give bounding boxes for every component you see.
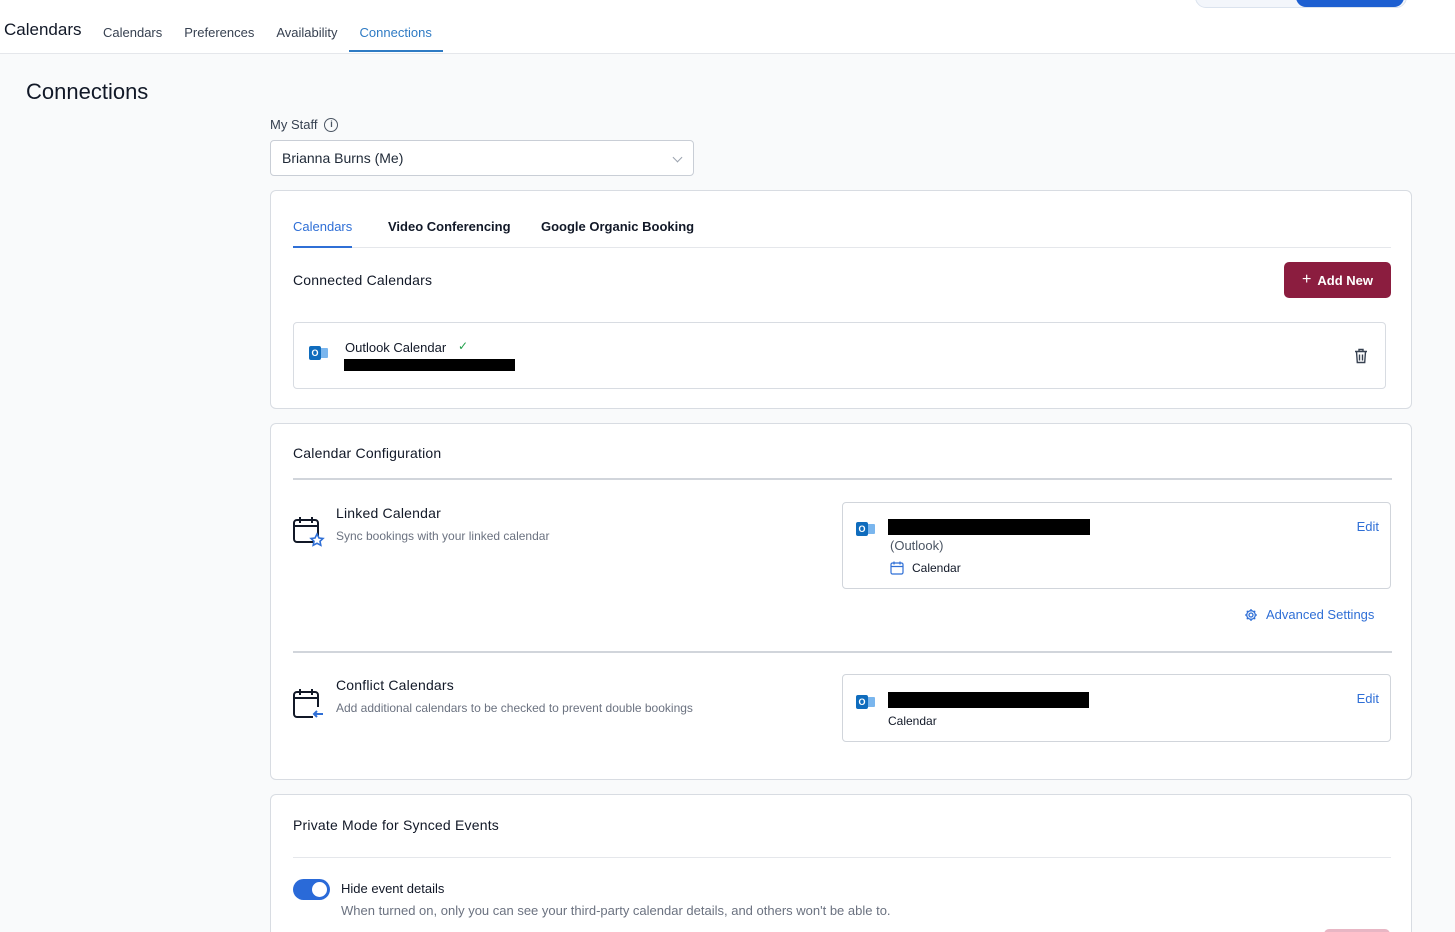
divider: [293, 478, 1392, 480]
calendar-configuration-title: Calendar Configuration: [293, 445, 442, 461]
linked-calendar-desc: Sync bookings with your linked calendar: [336, 529, 550, 543]
top-right-control[interactable]: [1195, 0, 1407, 8]
tab-calendars[interactable]: Calendars: [293, 219, 353, 248]
top-bar: Calendars Calendars Preferences Availabi…: [0, 0, 1455, 54]
top-nav: Calendars Preferences Availability Conne…: [92, 0, 443, 54]
trash-icon[interactable]: [1354, 348, 1368, 369]
gear-icon: [1245, 608, 1257, 621]
hide-event-details-label: Hide event details: [341, 881, 445, 896]
top-right-button[interactable]: [1296, 0, 1404, 7]
divider: [293, 651, 1392, 653]
calendar-arrow-icon: [292, 687, 326, 726]
private-mode-card: Private Mode for Synced Events Hide even…: [270, 794, 1412, 932]
hide-event-details-toggle[interactable]: [293, 879, 330, 900]
page-title: Connections: [26, 79, 149, 104]
nav-preferences[interactable]: Preferences: [173, 0, 265, 52]
linked-calendar-title: Linked Calendar: [336, 505, 441, 521]
divider: [293, 857, 1391, 858]
conflict-calendar-edit[interactable]: Edit: [1357, 691, 1379, 706]
app-title: Calendars: [4, 20, 82, 39]
staff-label: My Staff i: [270, 117, 339, 132]
tab-google-organic-booking[interactable]: Google Organic Booking: [541, 219, 694, 234]
calendar-star-icon: [292, 515, 326, 554]
private-mode-title: Private Mode for Synced Events: [293, 817, 499, 833]
plus-icon: +: [1302, 271, 1312, 288]
redacted-account: [888, 519, 1090, 535]
tab-video-conferencing[interactable]: Video Conferencing: [388, 219, 511, 234]
calendar-configuration-card: Calendar Configuration Linked Calendar S…: [270, 423, 1412, 780]
outlook-icon: O: [309, 344, 329, 362]
nav-availability[interactable]: Availability: [265, 0, 348, 52]
linked-calendar-edit[interactable]: Edit: [1357, 519, 1379, 534]
connected-calendar-name: Outlook Calendar: [345, 340, 447, 355]
linked-calendar-box: O (Outlook) Calendar Edit: [842, 502, 1391, 589]
nav-connections[interactable]: Connections: [348, 0, 443, 52]
redacted-account: [344, 359, 515, 371]
info-icon[interactable]: i: [324, 117, 339, 132]
conflict-calendar-box: O Calendar Edit: [842, 674, 1391, 742]
chevron-down-icon: [672, 152, 683, 163]
hide-event-details-desc: When turned on, only you can see your th…: [341, 903, 891, 918]
toggle-knob: [312, 882, 327, 897]
add-new-label: Add New: [1317, 272, 1373, 288]
staff-select-value: Brianna Burns (Me): [282, 150, 404, 166]
staff-select[interactable]: Brianna Burns (Me): [270, 140, 694, 176]
advanced-settings-label: Advanced Settings: [1266, 607, 1375, 622]
calendar-small-icon: [890, 561, 904, 580]
outlook-icon: O: [856, 693, 876, 711]
conflict-calendars-title: Conflict Calendars: [336, 677, 454, 693]
nav-calendars[interactable]: Calendars: [92, 0, 173, 52]
redacted-account: [888, 692, 1089, 708]
advanced-settings-link[interactable]: Advanced Settings: [1244, 607, 1374, 622]
linked-calendar-name: Calendar: [912, 561, 961, 575]
connected-calendars-card: Calendars Video Conferencing Google Orga…: [270, 190, 1412, 409]
calendar-tabs: Calendars Video Conferencing Google Orga…: [293, 191, 1391, 248]
conflict-calendars-desc: Add additional calendars to be checked t…: [336, 701, 693, 715]
connected-calendar-row: O Outlook Calendar ✓: [293, 322, 1386, 389]
connected-calendars-title: Connected Calendars: [293, 272, 433, 288]
outlook-icon: O: [856, 520, 876, 538]
staff-label-text: My Staff: [270, 117, 318, 132]
linked-calendar-provider: (Outlook): [890, 538, 944, 553]
conflict-calendar-name: Calendar: [888, 714, 937, 728]
add-new-button[interactable]: + Add New: [1284, 262, 1391, 298]
check-icon: ✓: [458, 339, 469, 353]
